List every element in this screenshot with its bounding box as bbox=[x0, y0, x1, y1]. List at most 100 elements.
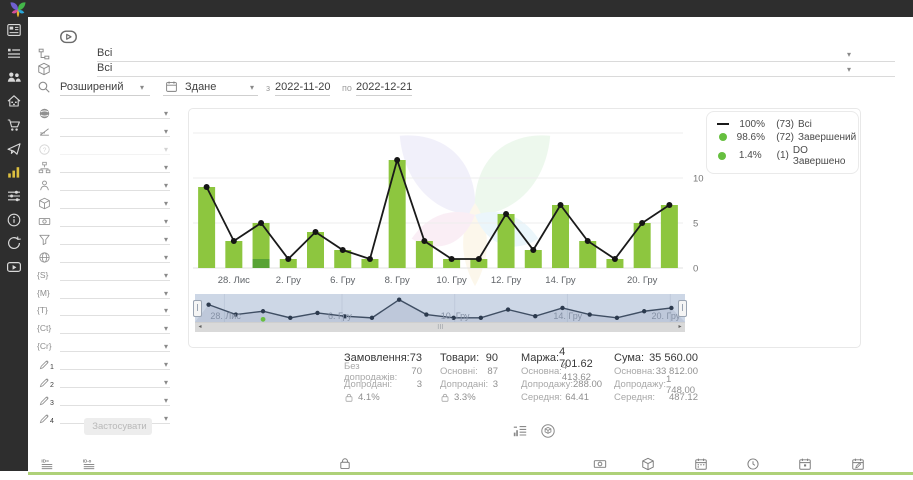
line-point bbox=[231, 238, 237, 244]
legend-percent: 98.6% bbox=[733, 132, 765, 143]
filter-row-manager[interactable] bbox=[37, 178, 170, 195]
app-logo-icon[interactable] bbox=[7, 0, 29, 19]
table-header-calendar-grid[interactable] bbox=[674, 455, 728, 475]
stat-sub-label: Основні: bbox=[440, 366, 478, 377]
calendar-day-icon bbox=[798, 457, 812, 471]
sidebar-item-sync[interactable] bbox=[6, 235, 22, 251]
apply-filters-label: Застосувати bbox=[92, 421, 146, 432]
date-to-input[interactable]: 2022-12-21 bbox=[356, 81, 412, 96]
svg-text:6. Гру: 6. Гру bbox=[330, 275, 355, 286]
sidebar-item-analytics[interactable] bbox=[6, 164, 22, 180]
scrollbar-grip-icon[interactable] bbox=[434, 323, 448, 332]
filter-row-tag-t[interactable]: {T} bbox=[37, 303, 170, 320]
svg-text:14. Гру: 14. Гру bbox=[545, 275, 576, 286]
sidebar-item-video[interactable] bbox=[6, 259, 22, 275]
customers-icon bbox=[6, 69, 22, 85]
toggle-products-globe-button[interactable] bbox=[540, 423, 556, 439]
filter-row-payment[interactable] bbox=[37, 214, 170, 231]
navigator-right-handle[interactable] bbox=[678, 300, 687, 317]
filter-row-level[interactable] bbox=[37, 124, 170, 141]
table-header-id-number[interactable] bbox=[28, 455, 67, 475]
filter-row-tag-cr[interactable]: {Cr} bbox=[37, 339, 170, 356]
calendar-icon bbox=[165, 80, 178, 93]
filter-row-pencil2[interactable]: 2 bbox=[37, 375, 170, 392]
chevron-down-icon bbox=[164, 235, 168, 244]
manager-icon bbox=[38, 179, 51, 192]
line-point bbox=[476, 256, 482, 262]
source-icon bbox=[38, 107, 51, 120]
sync-icon bbox=[6, 235, 22, 251]
svg-text:8. Гру: 8. Гру bbox=[385, 275, 410, 286]
navigator-left-handle[interactable] bbox=[193, 300, 202, 317]
table-header-bag[interactable] bbox=[112, 455, 578, 475]
legend-dot-marker bbox=[716, 152, 728, 160]
video-tutorial-button[interactable] bbox=[55, 27, 82, 46]
svg-text:12. Гру: 12. Гру bbox=[491, 275, 522, 286]
table-header-clock[interactable] bbox=[727, 455, 780, 475]
sidebar-item-orders-list[interactable] bbox=[6, 46, 22, 62]
bag-icon bbox=[338, 457, 352, 471]
legend-item[interactable]: 1.4%(1)DO Завершено bbox=[707, 145, 858, 167]
stat-sub-label: Допродажу: bbox=[521, 379, 573, 390]
table-header-calendar-edit[interactable] bbox=[831, 455, 885, 475]
filter-row-source[interactable] bbox=[37, 106, 170, 123]
product-box-icon bbox=[37, 62, 51, 76]
filter-row-funnel[interactable] bbox=[37, 232, 170, 249]
filter-row-product[interactable] bbox=[37, 196, 170, 213]
date-from-input[interactable]: 2022-11-20 bbox=[275, 81, 330, 96]
organization-icon bbox=[6, 93, 22, 109]
filter-row-pencil1[interactable]: 1 bbox=[37, 357, 170, 374]
toggle-list-stats-button[interactable] bbox=[512, 423, 528, 439]
sidebar-item-dashboard[interactable] bbox=[6, 22, 22, 38]
sidebar-item-campaigns[interactable] bbox=[6, 141, 22, 157]
table-header-money[interactable] bbox=[577, 455, 623, 475]
stat-sub-label: Допродані: bbox=[440, 379, 488, 390]
legend-label: Завершений bbox=[798, 132, 856, 143]
line-point bbox=[421, 238, 427, 244]
chevron-down-icon bbox=[164, 414, 168, 423]
date-to-label: по bbox=[342, 83, 352, 93]
date-field-value: Здане bbox=[185, 81, 216, 93]
bar-completed bbox=[253, 223, 270, 259]
legend-item[interactable]: 100%(73)Всі bbox=[707, 119, 858, 130]
bag-icon bbox=[344, 393, 354, 403]
apply-filters-button[interactable]: Застосувати bbox=[84, 418, 152, 435]
svg-text:28. Лис: 28. Лис bbox=[218, 275, 250, 286]
svg-text:10: 10 bbox=[693, 174, 704, 185]
calendar-edit-icon bbox=[851, 457, 865, 471]
filter-row-pencil3[interactable]: 3 bbox=[37, 393, 170, 410]
product-filter-value[interactable]: Всі bbox=[97, 62, 895, 77]
navigator-scrollbar[interactable] bbox=[195, 322, 685, 332]
search-mode-select[interactable]: Розширений bbox=[60, 81, 150, 96]
table-header-package[interactable] bbox=[622, 455, 675, 475]
help-icon bbox=[38, 143, 51, 156]
chart-navigator[interactable]: 28. Лис6. Гру10. Гру14. Гру20. Гру bbox=[195, 294, 685, 322]
scroll-right-icon[interactable] bbox=[675, 323, 685, 332]
tag-icon: {T} bbox=[37, 305, 48, 315]
legend-item[interactable]: 98.6%(72)Завершений bbox=[707, 132, 858, 143]
scroll-left-icon[interactable] bbox=[195, 323, 205, 332]
sidebar-item-customers[interactable] bbox=[6, 69, 22, 85]
filter-row-country[interactable] bbox=[37, 250, 170, 267]
stat-percent-value: 3.3% bbox=[454, 392, 476, 403]
table-header-id-order[interactable] bbox=[66, 455, 113, 475]
category-filter-value[interactable]: Всі bbox=[97, 47, 895, 62]
filter-row-tag-s[interactable]: {S} bbox=[37, 268, 170, 285]
list-stats-icon bbox=[512, 423, 528, 439]
pencil-number: 4 bbox=[50, 418, 54, 425]
filter-row-sitemap[interactable] bbox=[37, 160, 170, 177]
sidebar-item-organization[interactable] bbox=[6, 93, 22, 109]
sidebar-item-info[interactable] bbox=[6, 212, 22, 228]
filter-row-tag-m[interactable]: {M} bbox=[37, 286, 170, 303]
sidebar-item-cart[interactable] bbox=[6, 117, 22, 133]
manager-icon bbox=[38, 179, 51, 192]
date-field-select[interactable]: Здане bbox=[163, 79, 258, 96]
table-header-calendar-day[interactable] bbox=[779, 455, 832, 475]
filter-row-help[interactable] bbox=[37, 142, 170, 159]
crm-analytics-screen: ? ID= ID-o Всі Всі Розширений Здане з 20… bbox=[0, 0, 913, 480]
id-number-icon bbox=[40, 457, 54, 471]
filter-row-tag-ct[interactable]: {Ct} bbox=[37, 321, 170, 338]
orders-list-icon bbox=[6, 46, 22, 62]
sidebar-item-settings[interactable] bbox=[6, 188, 22, 204]
chevron-down-icon bbox=[164, 217, 168, 226]
